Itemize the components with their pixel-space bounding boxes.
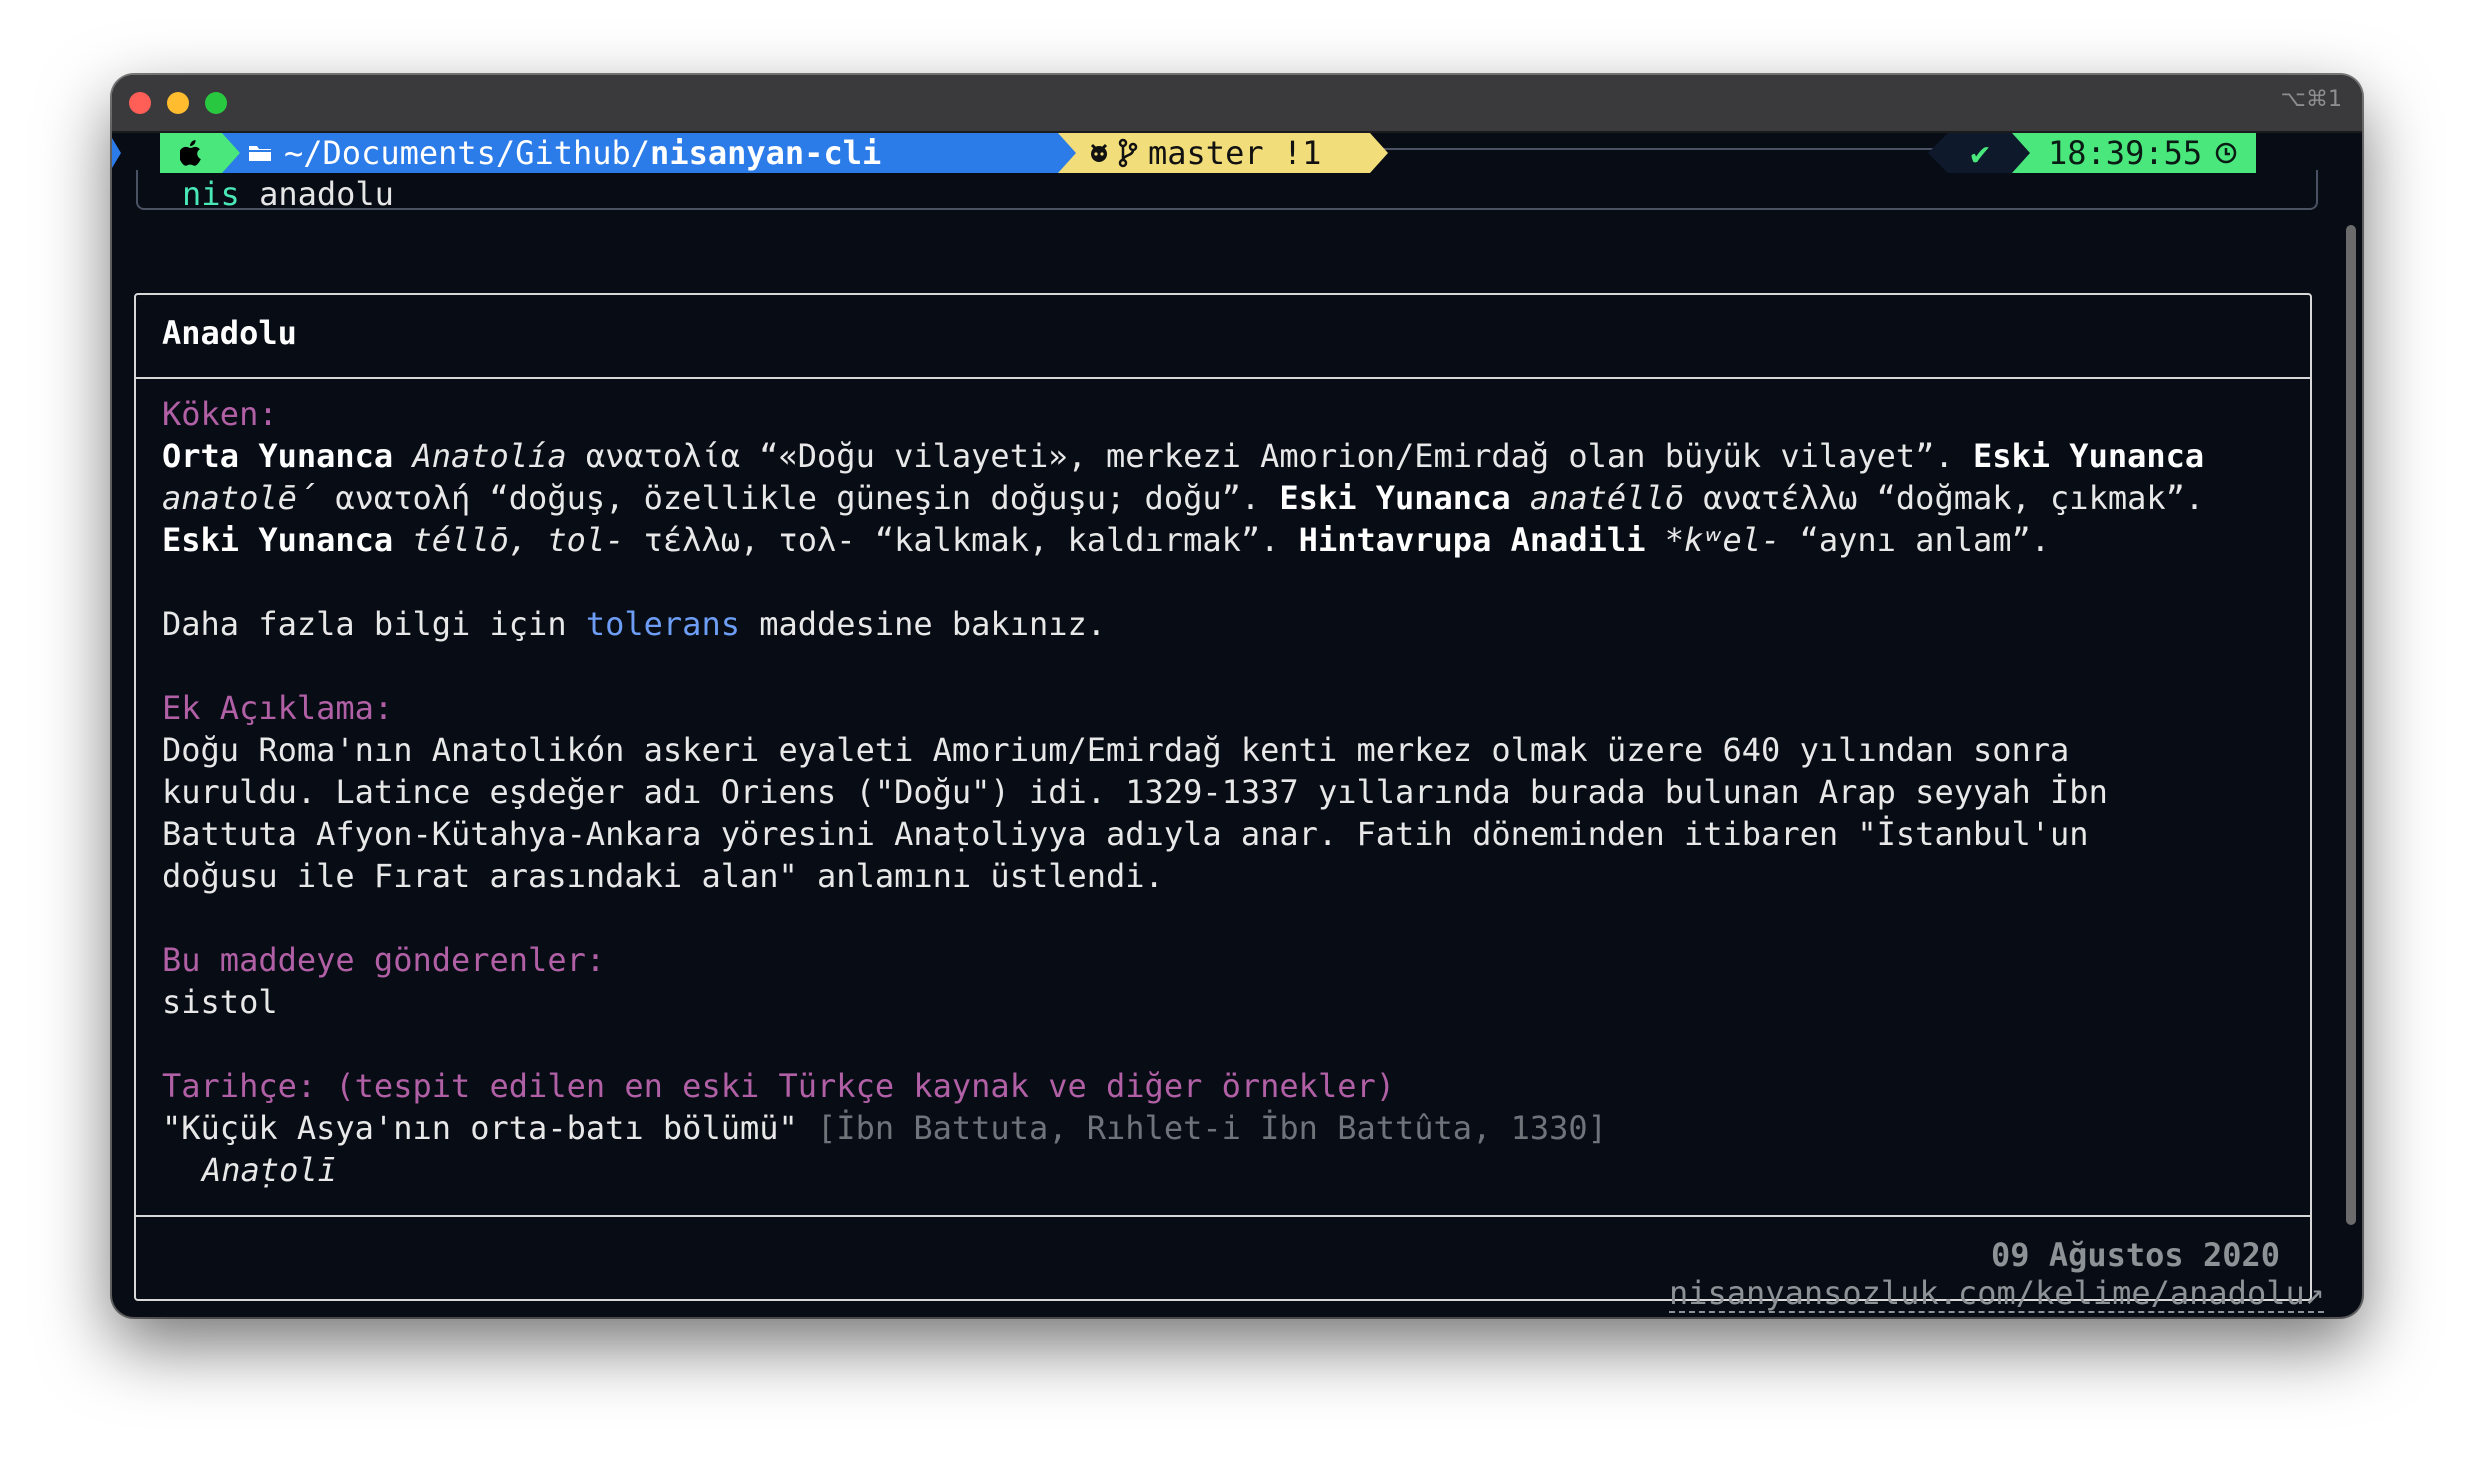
prompt-separator: [222, 133, 240, 173]
prompt-separator: [1928, 133, 1948, 173]
history-label: Tarihçe: (tespit edilen en eski Türkçe k…: [162, 1067, 1395, 1105]
see-also-link[interactable]: tolerans: [586, 605, 740, 643]
etymology-text-run: τέλλω, τολ- “kalkmak, kaldırmak”.: [624, 521, 1299, 559]
history-source: [İbn Battuta, Rıhlet-i İbn Battûta, 1330…: [817, 1109, 1607, 1147]
prompt-separator: [1058, 133, 1076, 173]
prompt-frame: [136, 170, 2318, 210]
language-name: Orta Yunanca: [162, 437, 394, 475]
etymology-text-run: [393, 437, 412, 475]
additional-note-label: Ek Açıklama:: [162, 689, 394, 727]
see-also-prefix: Daha fazla bilgi için: [162, 605, 586, 643]
title-bar: ⌥⌘1: [112, 75, 2362, 133]
status-check-icon: ✔: [1970, 134, 1990, 172]
prompt-separator: [2012, 133, 2030, 173]
etymon-word: *kʷel-: [1664, 521, 1781, 559]
referrers-label: Bu maddeye gönderenler:: [162, 941, 606, 979]
history-quote: "Küçük Asya'nın orta-batı bölümü": [162, 1109, 798, 1147]
etymon-word: anatéllō: [1529, 479, 1684, 517]
additional-note-line: kuruldu. Latince eşdeğer adı Oriens ("Do…: [162, 773, 2108, 811]
etymology-text: Orta Yunanca Anatolía ανατολία “«Doğu vi…: [162, 435, 2290, 561]
prompt-left-marker: [112, 138, 121, 168]
language-name: Eski Yunanca: [162, 521, 394, 559]
history-form: Anaṭolī: [202, 1151, 337, 1189]
prompt-time-segment: 18:39:55: [2012, 133, 2256, 173]
command-line: nis anadolu: [182, 175, 394, 213]
zoom-button[interactable]: [205, 92, 227, 114]
etymology-text-run: [393, 521, 412, 559]
etymon-word: téllō, tol-: [412, 521, 625, 559]
scrollbar[interactable]: [2346, 225, 2356, 1225]
see-also-line: Daha fazla bilgi için tolerans maddesine…: [162, 603, 2290, 645]
etymology-label: Köken:: [162, 395, 278, 433]
terminal-content[interactable]: ~/Documents/Github/nisanyan-cli master !…: [112, 133, 2362, 1317]
additional-note-line: Battuta Afyon-Kütahya-Ankara yöresini An…: [162, 815, 2089, 853]
language-name: Eski Yunanca: [1279, 479, 1511, 517]
path-directory: nisanyan-cli: [650, 134, 882, 172]
entry-body: Köken: Orta Yunanca Anatolía ανατολία “«…: [162, 393, 2290, 1191]
etymon-word: Anatolía: [412, 437, 567, 475]
etymology-text-run: [1511, 479, 1530, 517]
folder-icon: [249, 146, 271, 161]
prompt-status-segment: ✔: [1948, 133, 2012, 173]
prompt-separator: [1370, 133, 1388, 173]
language-name: Eski Yunanca: [1972, 437, 2205, 475]
etymology-text-run: ανατολή “doğuş, özellikle güneşin doğuşu…: [316, 479, 1280, 517]
etymology-line: anatolḗ ανατολή “doğuş, özellikle güneşi…: [162, 477, 2290, 519]
path-prefix: ~/Documents/Github/: [284, 134, 651, 172]
see-also-suffix: maddesine bakınız.: [739, 605, 1107, 643]
command-argument: anadolu: [259, 175, 394, 213]
close-button[interactable]: [129, 92, 151, 114]
prompt-time: 18:39:55: [2048, 134, 2203, 172]
etymology-line: Eski Yunanca téllō, tol- τέλλω, τολ- “ka…: [162, 519, 2290, 561]
apple-logo-icon: [180, 140, 201, 166]
language-name: Hintavrupa Anadili: [1298, 521, 1646, 559]
etymology-text-run: ανατολία “«Doğu vilayeti», merkezi Amori…: [566, 437, 1973, 475]
minimize-button[interactable]: [167, 92, 189, 114]
command-name: nis: [182, 175, 240, 213]
github-icon: [1090, 143, 1108, 162]
clock-icon: [2215, 142, 2237, 164]
history-entry: "Küçük Asya'nın orta-batı bölümü" [İbn B…: [162, 1107, 2290, 1149]
referrers-list: sistol: [162, 983, 278, 1021]
entry-title: Anadolu: [162, 314, 297, 352]
additional-note-line: Doğu Roma'nın Anatolikón askeri eyaleti …: [162, 731, 2070, 769]
entry-panel: Anadolu Köken: Orta Yunanca Anatolía ανα…: [134, 293, 2312, 1301]
entry-date: 09 Ağustos 2020: [1991, 1236, 2280, 1274]
terminal-window: ⌥⌘1 ~/Documents/Github/nisanyan-cli mast…: [112, 75, 2362, 1317]
git-branch-icon: [1118, 138, 1138, 168]
prompt-os-segment: [160, 133, 222, 173]
entry-header: Anadolu: [136, 295, 2310, 379]
window-shortcut: ⌥⌘1: [2280, 87, 2342, 112]
prompt-git-segment: master !1: [1058, 133, 1370, 173]
source-url-link[interactable]: nisanyansozluk.com/kelime/anadolu↗: [1668, 1275, 2324, 1313]
etymology-text-run: [1645, 521, 1664, 559]
etymology-text-run: “aynı anlam”.: [1780, 521, 2051, 559]
etymology-line: Orta Yunanca Anatolía ανατολία “«Doğu vi…: [162, 435, 2290, 477]
additional-note-line: doğusu ile Fırat arasındaki alan" anlamı…: [162, 857, 1164, 895]
git-branch-label: master !1: [1148, 134, 1322, 172]
etymon-word: anatolḗ: [162, 479, 317, 517]
prompt-directory-segment: ~/Documents/Github/nisanyan-cli: [222, 133, 1058, 173]
etymology-text-run: ανατέλλω “doğmak, çıkmak”.: [1683, 479, 2205, 517]
